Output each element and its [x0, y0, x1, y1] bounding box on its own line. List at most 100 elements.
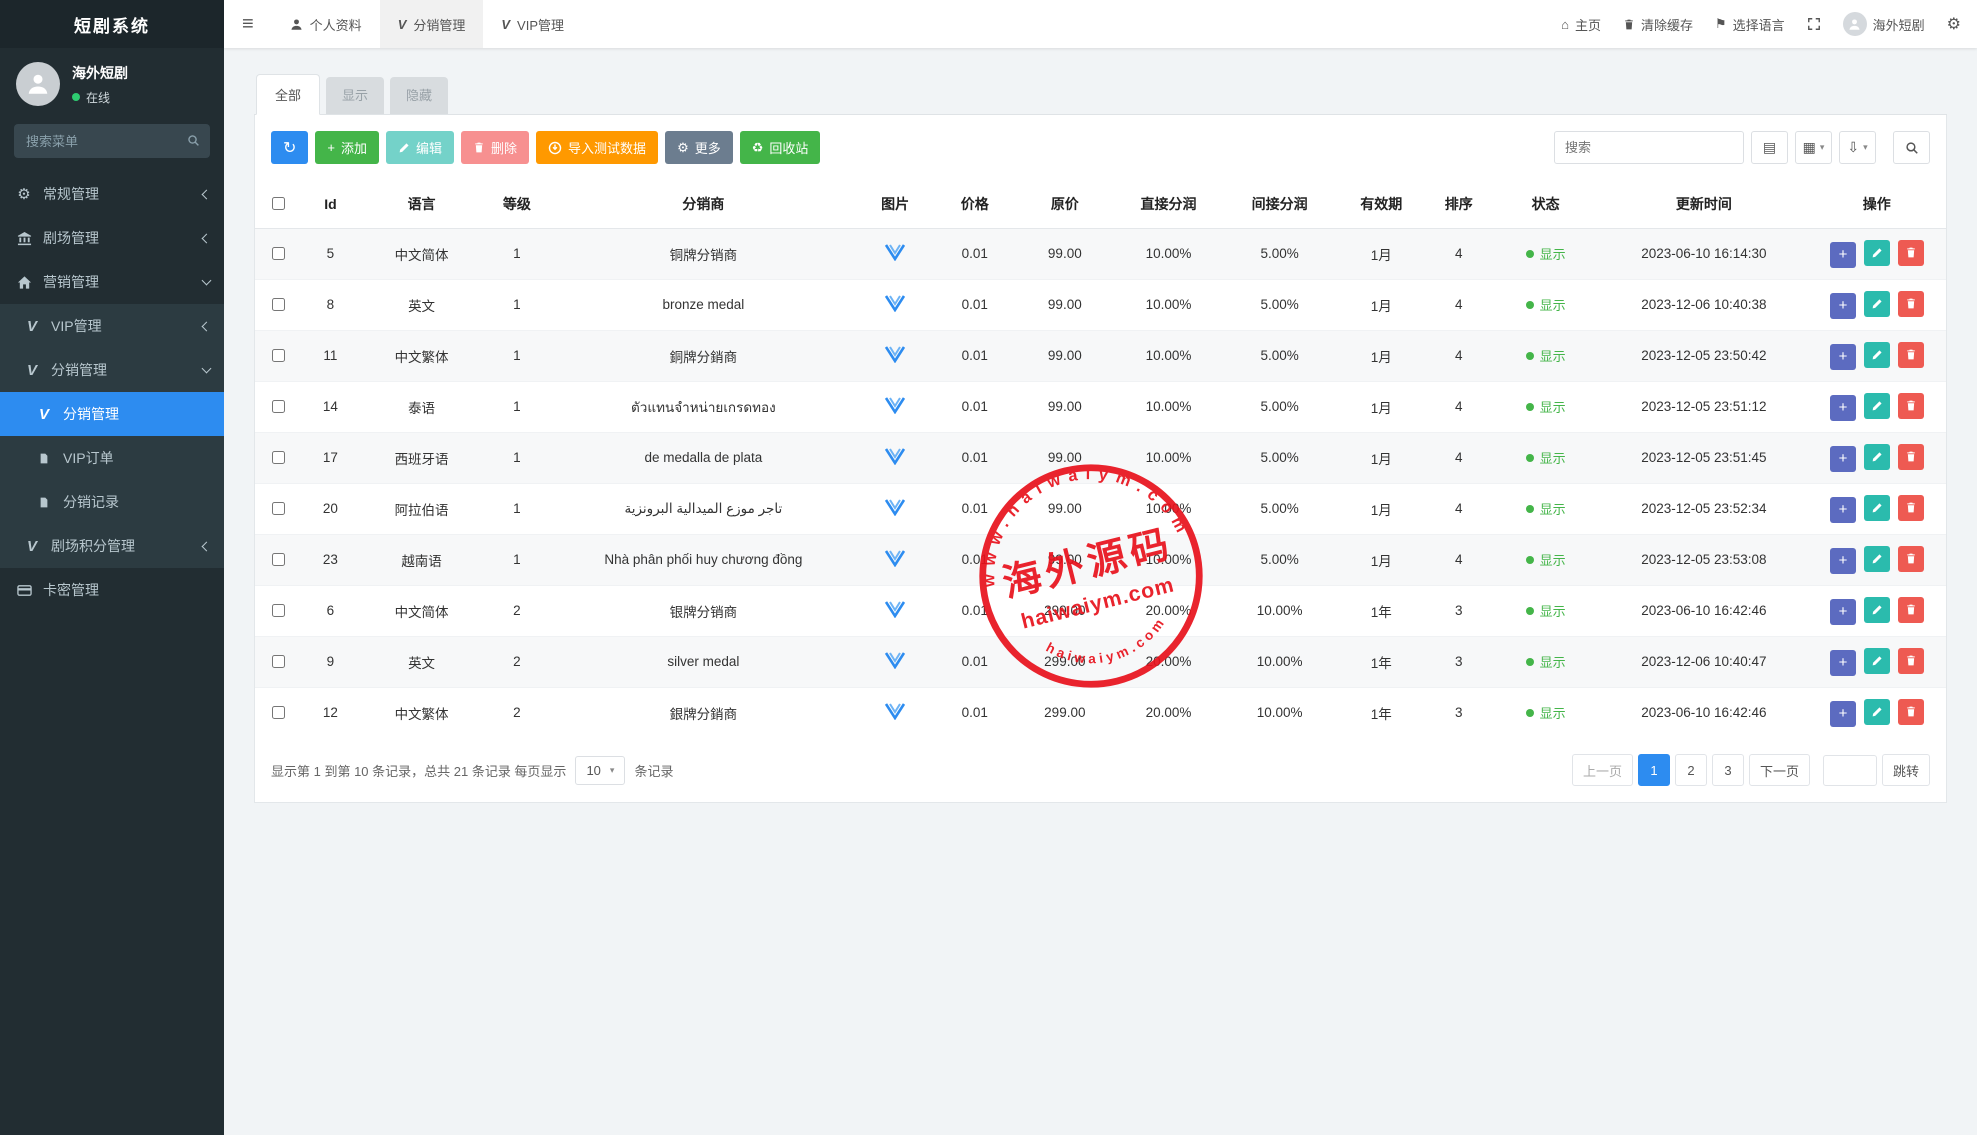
- row-edit-button[interactable]: [1864, 648, 1890, 674]
- prev-page-button[interactable]: 上一页: [1572, 754, 1633, 786]
- v-logo-icon[interactable]: [884, 243, 906, 261]
- row-edit-button[interactable]: [1864, 393, 1890, 419]
- row-checkbox[interactable]: [272, 451, 285, 464]
- sidebar-item-theater-points[interactable]: V 剧场积分管理: [0, 524, 224, 568]
- row-delete-button[interactable]: [1898, 240, 1924, 266]
- row-add-button[interactable]: +: [1830, 242, 1856, 268]
- column-header[interactable]: 状态: [1491, 180, 1600, 228]
- filter-tab-visible[interactable]: 显示: [326, 77, 384, 114]
- column-header[interactable]: 语言: [360, 180, 484, 228]
- v-logo-icon[interactable]: [884, 396, 906, 414]
- v-logo-icon[interactable]: [884, 294, 906, 312]
- row-edit-button[interactable]: [1864, 597, 1890, 623]
- tab-distribution[interactable]: V 分销管理: [380, 0, 484, 48]
- row-delete-button[interactable]: [1898, 444, 1924, 470]
- row-delete-button[interactable]: [1898, 648, 1924, 674]
- sidebar-item-distribution[interactable]: V 分销管理: [0, 348, 224, 392]
- row-add-button[interactable]: +: [1830, 293, 1856, 319]
- fullscreen-button[interactable]: [1807, 17, 1821, 31]
- column-header[interactable]: 有效期: [1336, 180, 1426, 228]
- column-header[interactable]: 直接分润: [1114, 180, 1223, 228]
- export-button[interactable]: ⇩▾: [1839, 131, 1876, 164]
- row-delete-button[interactable]: [1898, 699, 1924, 725]
- v-logo-icon[interactable]: [884, 702, 906, 720]
- row-delete-button[interactable]: [1898, 393, 1924, 419]
- row-checkbox[interactable]: [272, 400, 285, 413]
- row-delete-button[interactable]: [1898, 495, 1924, 521]
- tab-profile[interactable]: 个人资料: [272, 0, 380, 48]
- row-checkbox[interactable]: [272, 553, 285, 566]
- search-input[interactable]: [1554, 131, 1744, 164]
- menu-search-input[interactable]: [14, 124, 210, 158]
- user-menu[interactable]: 海外短剧: [1843, 12, 1925, 36]
- sidebar-item-card-keys[interactable]: 卡密管理: [0, 568, 224, 612]
- sidebar-item-vip-orders[interactable]: VIP订单: [0, 436, 224, 480]
- column-header[interactable]: 间接分润: [1223, 180, 1336, 228]
- tab-vip[interactable]: V VIP管理: [483, 0, 582, 48]
- row-add-button[interactable]: +: [1830, 701, 1856, 727]
- row-delete-button[interactable]: [1898, 597, 1924, 623]
- row-add-button[interactable]: +: [1830, 395, 1856, 421]
- page-button-3[interactable]: 3: [1712, 754, 1744, 786]
- row-checkbox[interactable]: [272, 298, 285, 311]
- row-checkbox[interactable]: [272, 349, 285, 362]
- columns-toggle-button[interactable]: ▦▾: [1795, 131, 1832, 164]
- list-view-button[interactable]: ▤: [1751, 131, 1788, 164]
- row-add-button[interactable]: +: [1830, 497, 1856, 523]
- row-edit-button[interactable]: [1864, 495, 1890, 521]
- row-add-button[interactable]: +: [1830, 344, 1856, 370]
- v-logo-icon[interactable]: [884, 549, 906, 567]
- page-size-select[interactable]: 10▾: [575, 756, 625, 785]
- more-button[interactable]: ⚙更多: [665, 131, 733, 164]
- page-button-1[interactable]: 1: [1638, 754, 1670, 786]
- row-add-button[interactable]: +: [1830, 548, 1856, 574]
- row-checkbox[interactable]: [272, 502, 285, 515]
- jump-button[interactable]: 跳转: [1882, 754, 1930, 786]
- select-all-checkbox[interactable]: [272, 197, 285, 210]
- import-test-data-button[interactable]: 导入测试数据: [536, 131, 658, 164]
- v-logo-icon[interactable]: [884, 651, 906, 669]
- add-button[interactable]: +添加: [315, 131, 379, 164]
- filter-tab-hidden[interactable]: 隐藏: [390, 77, 448, 114]
- row-checkbox[interactable]: [272, 604, 285, 617]
- v-logo-icon[interactable]: [884, 498, 906, 516]
- settings-gear-icon[interactable]: ⚙: [1947, 14, 1961, 34]
- sidebar-item-vip-management[interactable]: V VIP管理: [0, 304, 224, 348]
- column-header[interactable]: 分销商: [550, 180, 856, 228]
- row-edit-button[interactable]: [1864, 291, 1890, 317]
- column-header[interactable]: 操作: [1808, 180, 1946, 228]
- sidebar-item-distribution-management[interactable]: V 分销管理: [0, 392, 224, 436]
- row-edit-button[interactable]: [1864, 546, 1890, 572]
- v-logo-icon[interactable]: [884, 600, 906, 618]
- edit-button[interactable]: 编辑: [386, 131, 454, 164]
- sidebar-toggle-icon[interactable]: ≡: [224, 13, 272, 36]
- page-button-2[interactable]: 2: [1675, 754, 1707, 786]
- clear-cache-link[interactable]: 清除缓存: [1623, 15, 1693, 34]
- row-delete-button[interactable]: [1898, 342, 1924, 368]
- sidebar-item-general[interactable]: ⚙ 常规管理: [0, 172, 224, 216]
- column-header[interactable]: Id: [301, 180, 360, 228]
- row-add-button[interactable]: +: [1830, 599, 1856, 625]
- row-add-button[interactable]: +: [1830, 650, 1856, 676]
- row-edit-button[interactable]: [1864, 342, 1890, 368]
- row-add-button[interactable]: +: [1830, 446, 1856, 472]
- row-edit-button[interactable]: [1864, 699, 1890, 725]
- row-checkbox[interactable]: [272, 655, 285, 668]
- row-checkbox[interactable]: [272, 247, 285, 260]
- column-header[interactable]: 价格: [934, 180, 1016, 228]
- v-logo-icon[interactable]: [884, 345, 906, 363]
- column-header[interactable]: 等级: [483, 180, 550, 228]
- refresh-button[interactable]: ↻: [271, 131, 308, 164]
- sidebar-item-marketing[interactable]: 营销管理: [0, 260, 224, 304]
- column-header[interactable]: 原价: [1016, 180, 1114, 228]
- v-logo-icon[interactable]: [884, 447, 906, 465]
- column-header[interactable]: 图片: [856, 180, 934, 228]
- next-page-button[interactable]: 下一页: [1749, 754, 1810, 786]
- filter-tab-all[interactable]: 全部: [256, 74, 320, 115]
- row-checkbox[interactable]: [272, 706, 285, 719]
- column-header[interactable]: 更新时间: [1600, 180, 1807, 228]
- row-edit-button[interactable]: [1864, 240, 1890, 266]
- home-link[interactable]: ⌂主页: [1561, 15, 1601, 34]
- search-toggle-button[interactable]: [1893, 131, 1930, 164]
- language-link[interactable]: ⚑选择语言: [1715, 15, 1785, 34]
